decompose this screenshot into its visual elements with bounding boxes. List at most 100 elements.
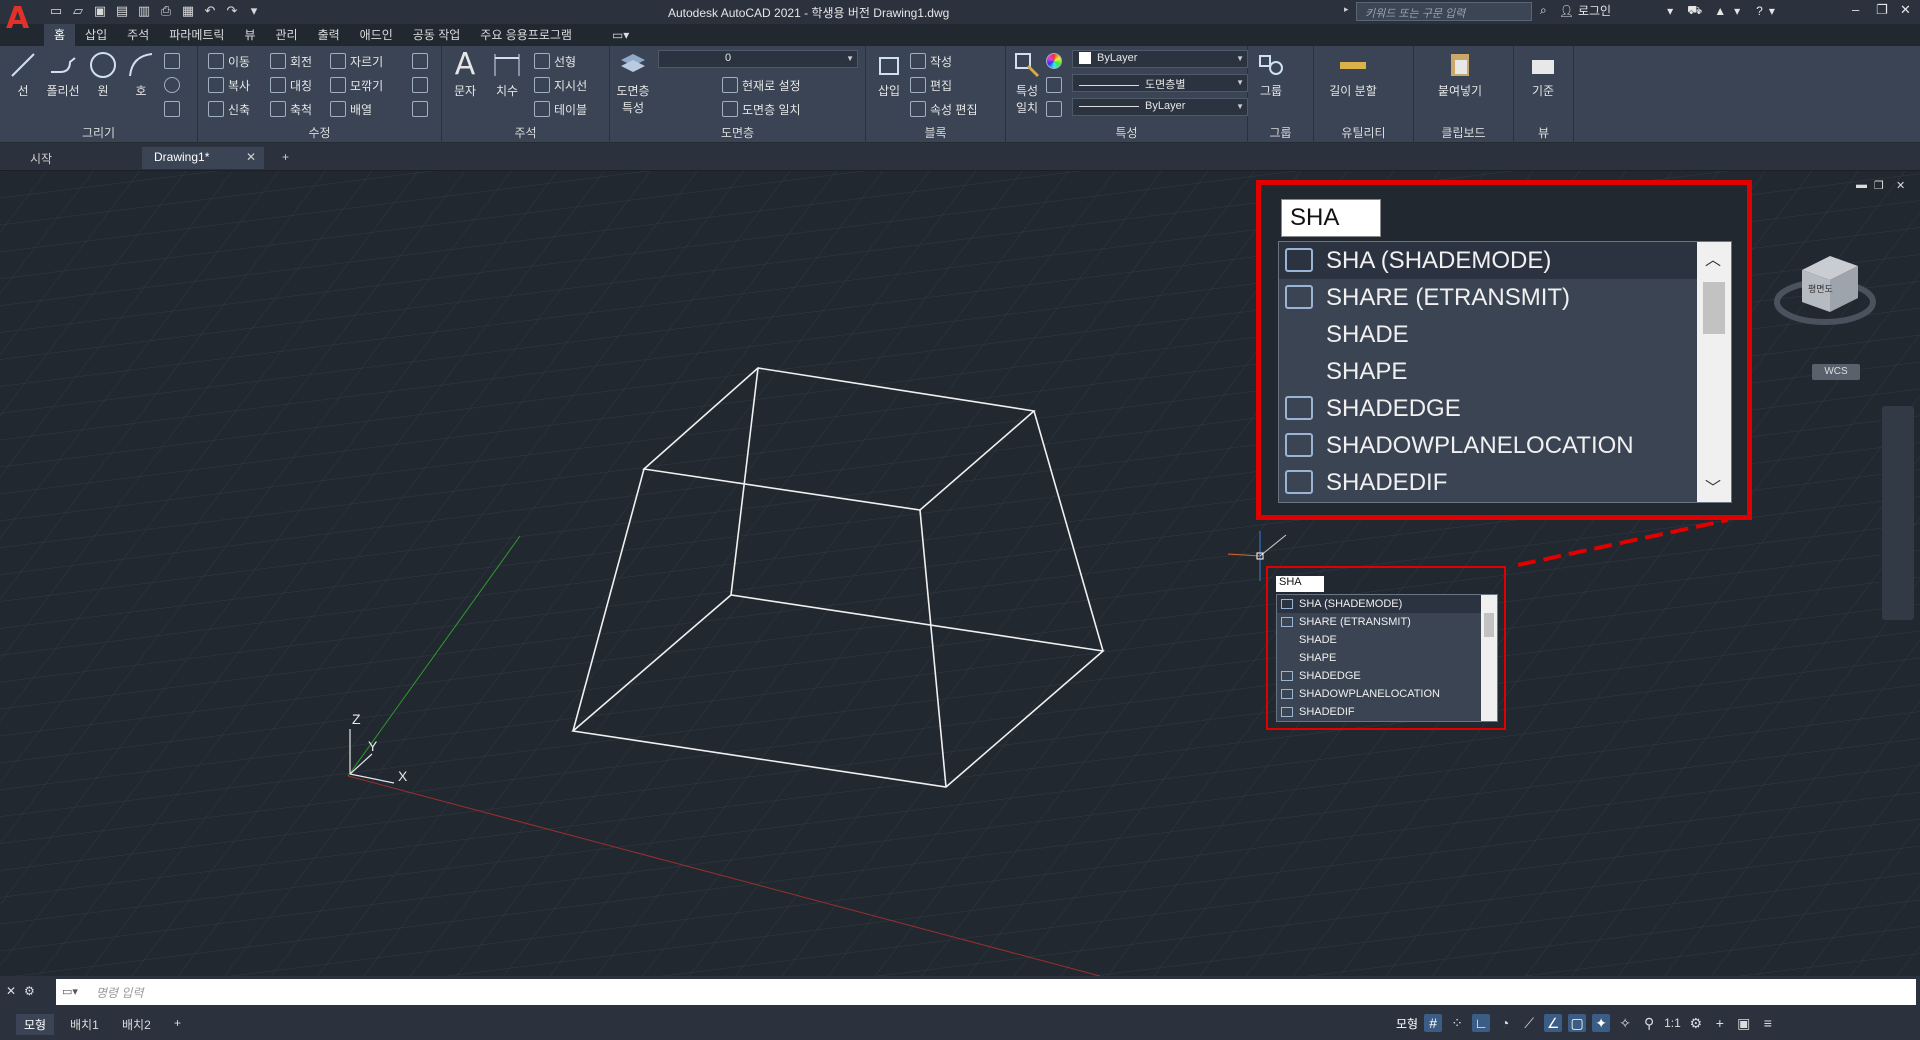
group-tool[interactable]: 그룹 bbox=[1252, 50, 1290, 99]
view-panel-label[interactable]: 뷰 bbox=[1514, 124, 1573, 141]
layout-tab-model[interactable]: 모형 bbox=[16, 1014, 55, 1035]
save-icon[interactable]: ▣ bbox=[92, 3, 108, 19]
save-as-icon[interactable]: ▤ bbox=[114, 3, 130, 19]
tab-home[interactable]: 홈 bbox=[44, 24, 76, 46]
autocomplete-item[interactable]: SHA (SHADEMODE) bbox=[1279, 242, 1697, 279]
auto-scale-icon[interactable]: ✧ bbox=[1616, 1014, 1634, 1032]
tab-parametric[interactable]: 파라메트릭 bbox=[159, 24, 234, 46]
tab-drawing1[interactable]: Drawing1* ✕ bbox=[142, 147, 264, 169]
stretch-tool[interactable]: 신축 bbox=[208, 98, 250, 120]
annotation-panel-label[interactable]: 주석 bbox=[442, 124, 609, 141]
layer-dropdown[interactable]: 0 ▼ bbox=[658, 50, 858, 68]
mirror-tool[interactable]: 대칭 bbox=[270, 74, 312, 96]
offset-tool[interactable] bbox=[412, 98, 428, 120]
login-button[interactable]: 로그인 bbox=[1578, 2, 1611, 19]
measure-tool[interactable]: 길이 분할 bbox=[1328, 50, 1378, 99]
recent-commands-icon[interactable]: ▭▾ bbox=[62, 985, 78, 998]
insert-tool[interactable]: 삽입 bbox=[870, 50, 908, 99]
tab-annotate[interactable]: 주석 bbox=[117, 24, 159, 46]
polar-icon[interactable]: ◔ bbox=[1496, 1014, 1514, 1032]
tab-manage[interactable]: 관리 bbox=[265, 24, 307, 46]
hatch-tool[interactable] bbox=[164, 74, 180, 96]
annotation-monitor-icon[interactable]: + bbox=[1711, 1014, 1729, 1032]
chevron-down-icon[interactable]: ﹀ bbox=[1705, 474, 1721, 498]
arc-tool[interactable]: 호 bbox=[122, 50, 160, 99]
color-wheel[interactable] bbox=[1046, 50, 1062, 72]
lineweight-dropdown[interactable]: ByLayer ▼ bbox=[1072, 98, 1248, 116]
autocad-logo[interactable]: A bbox=[6, 4, 36, 34]
search-input[interactable]: 키워드 또는 구문 입력 bbox=[1356, 2, 1532, 21]
linear-dim-tool[interactable]: 선형 bbox=[534, 50, 576, 72]
command-input-zoom[interactable]: SHA bbox=[1281, 199, 1381, 237]
tab-collaborate[interactable]: 공동 작업 bbox=[403, 24, 471, 46]
autocomplete-item[interactable]: SHADEDIF bbox=[1279, 464, 1697, 501]
plot-icon[interactable]: ⎙ bbox=[158, 3, 174, 19]
snap-icon[interactable]: ⁘ bbox=[1448, 1014, 1466, 1032]
login-dropdown-icon[interactable]: ▾ bbox=[1667, 4, 1673, 18]
color-dropdown[interactable]: ByLayer ▼ bbox=[1072, 50, 1248, 68]
new-tab-button[interactable]: + bbox=[270, 147, 301, 169]
table-tool[interactable]: 테이블 bbox=[534, 98, 587, 120]
base-view-tool[interactable]: 기준 bbox=[1524, 50, 1562, 99]
new-file-icon[interactable]: ▭ bbox=[48, 3, 64, 19]
layout-tab-layout2[interactable]: 배치2 bbox=[114, 1014, 159, 1035]
web-open-icon[interactable]: ▥ bbox=[136, 3, 152, 19]
tab-start[interactable]: 시작 bbox=[18, 147, 142, 169]
tab-view[interactable]: 뷰 bbox=[234, 24, 265, 46]
draw-panel-label[interactable]: 그리기 bbox=[0, 124, 197, 141]
viewport-minimize-icon[interactable]: ▬ bbox=[1856, 179, 1867, 191]
viewport-close-icon[interactable]: ✕ bbox=[1896, 179, 1905, 192]
array-tool[interactable]: 배열 bbox=[330, 98, 372, 120]
navigation-bar[interactable] bbox=[1882, 406, 1914, 620]
autocomplete-scrollbar[interactable] bbox=[1481, 595, 1497, 721]
edit-block-tool[interactable]: 편집 bbox=[910, 74, 952, 96]
customization-menu-icon[interactable]: ≡ bbox=[1759, 1014, 1777, 1032]
close-tab-icon[interactable]: ✕ bbox=[246, 150, 256, 164]
autocomplete-item[interactable]: SHARE (ETRANSMIT) bbox=[1277, 613, 1481, 631]
polyline-tool[interactable]: 폴리선 bbox=[44, 50, 82, 99]
autocomplete-item[interactable]: SHADOWPLANELOCATION bbox=[1277, 685, 1481, 703]
add-layout-button[interactable]: + bbox=[166, 1014, 189, 1032]
scale-tool[interactable]: 축척 bbox=[270, 98, 312, 120]
layout-tab-layout1[interactable]: 배치1 bbox=[62, 1014, 107, 1035]
explode-tool[interactable] bbox=[412, 74, 428, 96]
cart-icon[interactable]: ⛟ bbox=[1687, 3, 1702, 19]
viewport-restore-icon[interactable]: ❐ bbox=[1874, 179, 1884, 192]
chevron-up-icon[interactable]: ︿ bbox=[1705, 246, 1721, 270]
trim-tool[interactable]: 자르기 bbox=[330, 50, 383, 72]
properties-panel-label[interactable]: 특성 bbox=[1006, 124, 1247, 141]
tab-addins[interactable]: 애드인 bbox=[350, 24, 403, 46]
annotation-visibility-icon[interactable]: ✦ bbox=[1592, 1014, 1611, 1032]
minimize-icon[interactable]: – bbox=[1852, 2, 1859, 17]
copy-tool[interactable]: 복사 bbox=[208, 74, 250, 96]
osnap-tracking-icon[interactable]: ∠ bbox=[1544, 1014, 1563, 1032]
scale-readout[interactable]: 1:1 bbox=[1664, 1016, 1681, 1030]
linetype-icon-btn[interactable] bbox=[1046, 98, 1062, 120]
customize-icon[interactable]: ⚙ bbox=[24, 984, 35, 998]
autocomplete-item[interactable]: SHADE bbox=[1277, 631, 1481, 649]
clipboard-panel-label[interactable]: 클립보드 bbox=[1414, 124, 1513, 141]
gradient-tool[interactable] bbox=[164, 98, 180, 120]
annotation-scale-icon[interactable]: ⚲ bbox=[1640, 1014, 1658, 1032]
model-space-button[interactable]: 모형 bbox=[1396, 1015, 1418, 1032]
block-panel-label[interactable]: 블록 bbox=[866, 124, 1005, 141]
line-tool[interactable]: 선 bbox=[4, 50, 42, 99]
customize-qat-icon[interactable]: ▾ bbox=[246, 3, 262, 19]
dimension-tool[interactable]: 치수 bbox=[488, 50, 526, 99]
undo-icon[interactable]: ↶ bbox=[202, 3, 218, 19]
match-properties-tool[interactable]: 특성 일치 bbox=[1008, 50, 1046, 116]
groups-panel-label[interactable]: 그룹 bbox=[1248, 124, 1313, 141]
autocomplete-item[interactable]: SHADOWPLANELOCATION bbox=[1279, 427, 1697, 464]
linetype-dropdown[interactable]: 도면층별 ▼ bbox=[1072, 74, 1248, 92]
lineweight-icon-btn[interactable] bbox=[1046, 74, 1062, 96]
autocomplete-item[interactable]: SHADEDGE bbox=[1279, 390, 1697, 427]
isodraft-icon[interactable]: ⟋ bbox=[1520, 1014, 1538, 1032]
move-tool[interactable]: 이동 bbox=[208, 50, 250, 72]
autocomplete-item[interactable]: SHA (SHADEMODE) bbox=[1277, 595, 1481, 613]
search-expand-icon[interactable]: ▸ bbox=[1344, 4, 1349, 15]
tab-output[interactable]: 출력 bbox=[308, 24, 350, 46]
fillet-tool[interactable]: 모깎기 bbox=[330, 74, 383, 96]
autocomplete-item[interactable]: SHADEDIF bbox=[1277, 703, 1481, 721]
text-tool[interactable]: A 문자 bbox=[446, 50, 484, 99]
modify-panel-label[interactable]: 수정 bbox=[198, 124, 441, 141]
